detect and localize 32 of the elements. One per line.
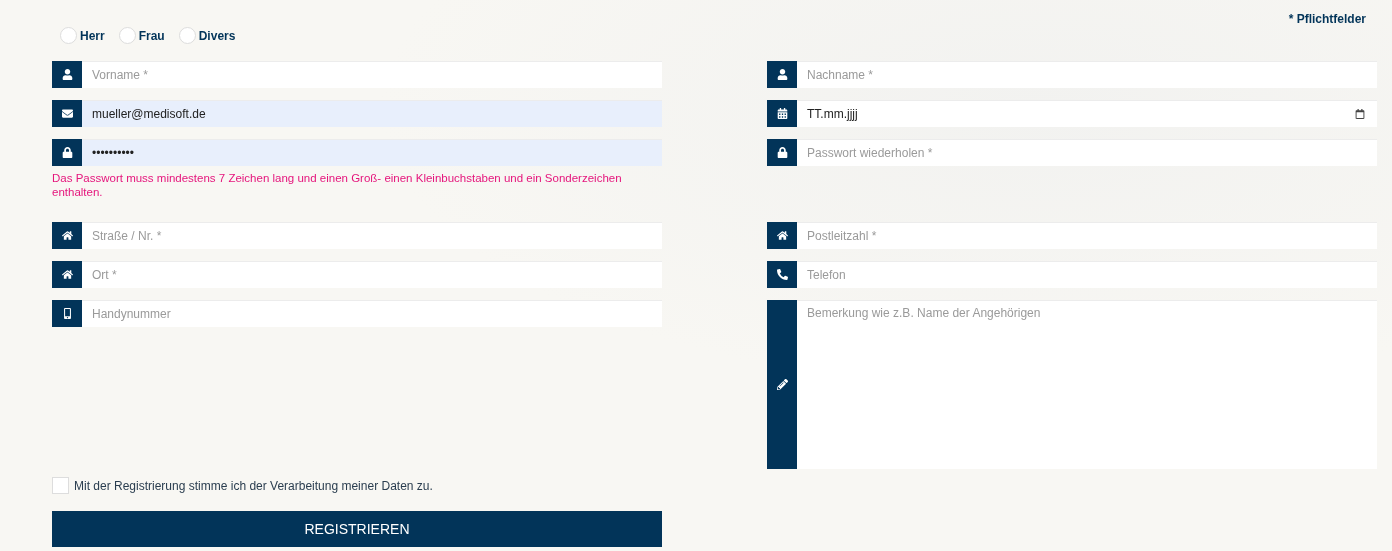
- user-icon: [52, 61, 82, 88]
- salutation-radio[interactable]: Herr: [60, 27, 105, 44]
- last-name-field[interactable]: Nachname *: [797, 61, 1377, 88]
- password-error-message: Das Passwort muss mindestens 7 Zeichen lang und einen Groß- einen Kleinbuchstaben und ein Sonderzeichen enthalten.: [52, 171, 623, 200]
- salutation-radio[interactable]: Divers: [178, 27, 236, 44]
- pencil-icon: [767, 300, 797, 469]
- street-field[interactable]: Straße / Nr. *: [82, 222, 662, 249]
- mobile-number-field[interactable]: Handynummer: [82, 300, 662, 327]
- repeat-password-field[interactable]: Passwort wiederholen *: [797, 139, 1377, 166]
- calendar-icon[interactable]: [1355, 109, 1365, 119]
- password-field[interactable]: ••••••••••: [82, 139, 662, 166]
- phone-icon: [767, 261, 797, 288]
- lock-icon: [767, 139, 797, 166]
- birth-date-field[interactable]: TT.mm.jjjj: [797, 100, 1377, 127]
- salutation-radio[interactable]: Frau: [118, 27, 165, 44]
- register-button[interactable]: REGISTRIEREN: [52, 511, 662, 547]
- first-name-field[interactable]: Vorname *: [82, 61, 662, 88]
- required-fields-note: * Pflichtfelder: [1288, 12, 1366, 26]
- envelope-icon: [52, 100, 82, 127]
- remark-field[interactable]: Bemerkung wie z.B. Name der Angehörigen: [797, 300, 1377, 469]
- postal-code-field[interactable]: Postleitzahl *: [797, 222, 1377, 249]
- lock-icon: [52, 139, 82, 166]
- calendar-icon: [767, 100, 797, 127]
- mobile-phone-icon: [52, 300, 82, 327]
- phone-field[interactable]: Telefon: [797, 261, 1377, 288]
- user-icon: [767, 61, 797, 88]
- consent-checkbox[interactable]: Mit der Registrierung stimme ich der Verarbeitung meiner Daten zu.: [52, 477, 1377, 494]
- house-icon: [52, 261, 82, 288]
- house-icon: [767, 222, 797, 249]
- house-icon: [52, 222, 82, 249]
- city-field[interactable]: Ort *: [82, 261, 662, 288]
- email-field[interactable]: mueller@medisoft.de: [82, 100, 662, 127]
